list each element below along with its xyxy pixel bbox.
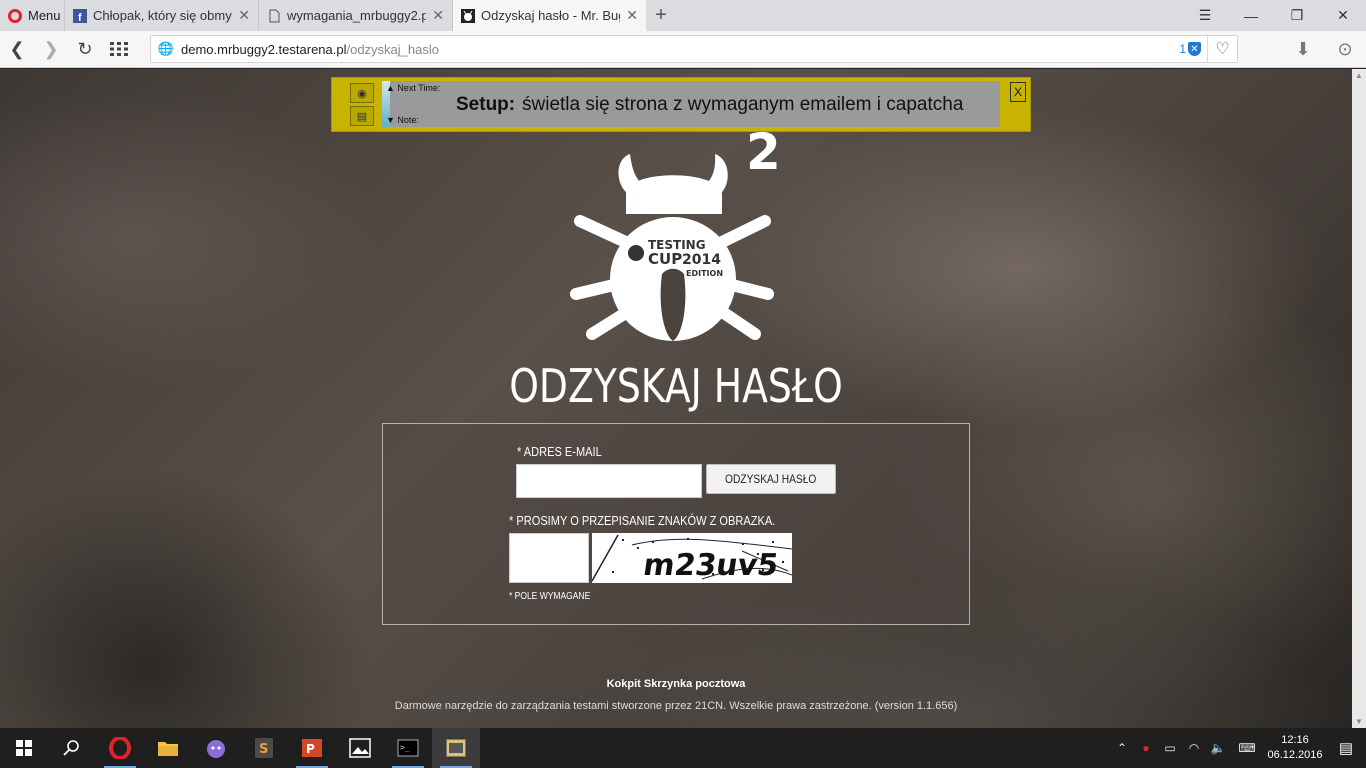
battery-icon[interactable]: ▭ <box>1158 741 1182 755</box>
page-background: ◉ ▤ ▲ Next Time: ▼ Note: Setup: świetla … <box>0 69 1352 728</box>
taskbar-cat-app-icon[interactable] <box>192 728 240 768</box>
volume-icon[interactable]: 🔈 <box>1206 741 1230 755</box>
camera-icon[interactable]: ◉ <box>350 83 374 103</box>
scroll-down-icon[interactable]: ▼ <box>1355 717 1363 726</box>
logo-superscript: 2 <box>746 129 781 181</box>
scroll-up-icon[interactable]: ▲ <box>1355 71 1363 80</box>
taskbar-explorer-icon[interactable] <box>144 728 192 768</box>
new-tab-button[interactable]: + <box>646 0 676 31</box>
note-label: ▼ Note: <box>386 115 419 125</box>
download-arrow-icon[interactable]: ⬇ <box>1282 39 1324 60</box>
notifications-icon[interactable]: ▤ <box>1326 739 1366 757</box>
search-icon[interactable] <box>48 728 96 768</box>
clock[interactable]: 12:16 06.12.2016 <box>1264 733 1326 763</box>
tab-menu-icon[interactable]: ☰ <box>1182 0 1228 31</box>
svg-text:S: S <box>259 742 268 757</box>
facebook-icon: f <box>73 8 87 23</box>
taskbar-testapp-icon[interactable] <box>432 728 480 768</box>
keyboard-icon[interactable]: ⌨ <box>1230 741 1264 755</box>
start-button[interactable] <box>0 728 48 768</box>
windows-taskbar: S P >_ ⌃ ● ▭ ◠ 🔈 ⌨ 12:16 06.12.2016 ▤ <box>0 728 1366 768</box>
svg-text:f: f <box>78 12 82 23</box>
tab-close-icon[interactable]: ✕ <box>238 7 250 24</box>
taskbar-terminal-icon[interactable]: >_ <box>384 728 432 768</box>
reload-icon[interactable]: ↻ <box>68 31 102 68</box>
tab-title: wymagania_mrbuggy2.pdf <box>287 8 427 23</box>
adblock-badge[interactable]: 1 ✕ <box>1179 42 1201 56</box>
menu-label: Menu <box>28 8 61 23</box>
logo-line2: CUP <box>648 250 682 268</box>
captcha-text: m23uv5 <box>641 548 781 583</box>
opera-logo-icon <box>8 8 22 23</box>
wifi-icon[interactable]: ◠ <box>1182 741 1206 755</box>
taskbar-powerpoint-icon[interactable]: P <box>288 728 336 768</box>
bug-favicon-icon <box>461 8 475 23</box>
tab-title: Chłopak, który się obmył... <box>93 8 233 23</box>
clock-date: 06.12.2016 <box>1267 749 1323 761</box>
logo-edition: EDITION <box>686 269 723 278</box>
windows-logo-icon <box>16 740 32 756</box>
footer-link-mailbox[interactable]: Skrzynka pocztowa <box>644 678 745 690</box>
taskbar-photos-icon[interactable] <box>336 728 384 768</box>
url-host: demo.mrbuggy2.testarena.pl <box>181 41 347 57</box>
setup-text: świetla się strona z wymaganym emailem i… <box>522 94 964 115</box>
url-path: /odzyskaj_haslo <box>346 41 439 57</box>
tab-close-icon[interactable]: ✕ <box>626 7 638 24</box>
email-field[interactable] <box>516 464 702 498</box>
browser-tab-bar: Menu f Chłopak, który się obmył... ✕ wym… <box>0 0 1366 31</box>
mrbuggy-logo: 2 TESTING CUP 2014 EDITION <box>570 129 781 341</box>
banner-close-button[interactable]: X <box>1010 82 1026 102</box>
antivirus-icon[interactable]: ● <box>1134 741 1158 755</box>
downloads-icon[interactable]: ⊙ <box>1324 39 1366 60</box>
address-bar-row: ❮ ❯ ↻ 🌐 demo.mrbuggy2.testarena.pl /odzy… <box>0 31 1366 68</box>
page-title: ODZYSKAJ HASŁO <box>509 359 843 413</box>
restore-icon[interactable]: ❐ <box>1274 0 1320 31</box>
recover-password-form: * ADRES E-MAIL ODZYSKAJ HASŁO * PROSIMY … <box>382 423 970 625</box>
setup-banner: ◉ ▤ ▲ Next Time: ▼ Note: Setup: świetla … <box>331 77 1031 132</box>
notes-icon[interactable]: ▤ <box>350 106 374 126</box>
svg-text:>_: >_ <box>400 743 410 752</box>
setup-title: Setup: <box>456 94 516 115</box>
window-controls: ☰ — ❐ ✕ <box>1182 0 1366 31</box>
tab-pdf[interactable]: wymagania_mrbuggy2.pdf ✕ <box>258 0 452 31</box>
recover-password-button[interactable]: ODZYSKAJ HASŁO <box>706 464 836 494</box>
adblock-count: 1 <box>1179 42 1186 56</box>
captcha-field[interactable] <box>509 533 589 583</box>
chevron-up-icon[interactable]: ⌃ <box>1110 741 1134 755</box>
captcha-image: m23uv5 <box>592 533 792 583</box>
svg-text:P: P <box>306 742 315 756</box>
next-time-label: ▲ Next Time: <box>386 83 441 93</box>
tab-facebook[interactable]: f Chłopak, który się obmył... ✕ <box>64 0 258 31</box>
recover-button-label: ODZYSKAJ HASŁO <box>725 472 817 486</box>
banner-content: ▲ Next Time: ▼ Note: Setup: świetla się … <box>382 81 1000 127</box>
clock-time: 12:16 <box>1281 734 1309 746</box>
captcha-label: * PROSIMY O PRZEPISANIE ZNAKÓW Z OBRAZKA… <box>509 513 776 528</box>
page-scrollbar[interactable]: ▲ ▼ <box>1352 69 1366 728</box>
opera-menu-button[interactable]: Menu <box>0 0 64 31</box>
tab-title: Odzyskaj hasło - Mr. Bugg... <box>481 8 620 23</box>
back-icon[interactable]: ❮ <box>0 31 34 68</box>
globe-icon: 🌐 <box>157 41 175 56</box>
email-label: * ADRES E-MAIL <box>517 444 602 459</box>
taskbar-sublime-icon[interactable]: S <box>240 728 288 768</box>
tab-active-odzyskaj[interactable]: Odzyskaj hasło - Mr. Bugg... ✕ <box>452 0 646 31</box>
required-note: * POLE WYMAGANE <box>509 591 591 602</box>
heart-icon[interactable]: ♡ <box>1207 35 1237 63</box>
minimize-icon[interactable]: — <box>1228 0 1274 31</box>
forward-icon[interactable]: ❯ <box>34 31 68 68</box>
toolbar-right: ⬇ ⊙ <box>1282 31 1366 68</box>
footer-copyright: Darmowe narzędzie do zarządzania testami… <box>394 700 958 712</box>
taskbar-opera-icon[interactable] <box>96 728 144 768</box>
footer-link-kokpit[interactable]: Kokpit <box>607 678 641 690</box>
url-field[interactable]: 🌐 demo.mrbuggy2.testarena.pl /odzyskaj_h… <box>150 35 1238 63</box>
speed-dial-icon[interactable] <box>102 31 136 68</box>
logo-year: 2014 <box>682 252 721 268</box>
shield-icon: ✕ <box>1188 42 1201 56</box>
close-window-icon[interactable]: ✕ <box>1320 0 1366 31</box>
document-icon <box>269 9 280 22</box>
footer-links: Kokpit Skrzynka pocztowa <box>0 678 1352 690</box>
tab-close-icon[interactable]: ✕ <box>432 7 444 24</box>
system-tray: ⌃ ● ▭ ◠ 🔈 ⌨ 12:16 06.12.2016 ▤ <box>1110 728 1366 768</box>
banner-tools: ◉ ▤ <box>350 83 378 129</box>
